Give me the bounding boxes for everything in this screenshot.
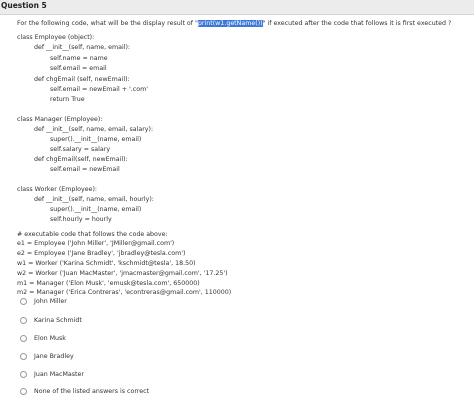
radio-button[interactable] xyxy=(20,316,27,324)
code-line: def chgEmail (self, newEmail): xyxy=(34,76,130,83)
code-line: w1 = Worker ('Karina Schmidt', 'kschmidt… xyxy=(17,260,196,267)
code-line: e1 = Employee ('John Miller', 'JMiller@g… xyxy=(17,240,175,247)
code-line: self.email = newEmail + '.com' xyxy=(50,86,148,93)
answer-option-label[interactable]: John Miller xyxy=(34,298,67,305)
answer-option-label[interactable]: Jane Bradley xyxy=(34,353,74,360)
question-title: Question 5 xyxy=(1,1,47,10)
radio-button[interactable] xyxy=(20,297,27,305)
answer-option[interactable]: John Miller xyxy=(20,296,67,306)
code-line: w2 = Worker ('Juan MacMaster', 'jmacmast… xyxy=(17,270,228,277)
question-prompt: For the following code, what will be the… xyxy=(17,20,451,27)
answer-option[interactable]: Juan MacMaster xyxy=(20,369,84,379)
code-line: e2 = Employee ('Jane Bradley', 'jbradley… xyxy=(17,250,186,257)
answer-option-label[interactable]: Juan MacMaster xyxy=(34,371,84,378)
code-line: super().__init__(name, email) xyxy=(50,136,142,143)
code-line: def __init__(self, name, email, salary): xyxy=(34,126,154,133)
code-line: def __init__(self, name, email, hourly): xyxy=(34,196,154,203)
answer-option-label[interactable]: None of the listed answers is correct xyxy=(34,388,149,395)
code-line: self.name = name xyxy=(50,55,108,62)
code-line: # executable code that follows the code … xyxy=(17,231,168,238)
prompt-text-after: " if executed after the code that follow… xyxy=(262,20,452,27)
code-line: def chgEmail(self, newEmail): xyxy=(34,156,128,163)
question-header: Question 5 xyxy=(0,0,474,15)
code-line: self.salary = salary xyxy=(50,146,111,153)
answer-option-label[interactable]: Karina Schmidt xyxy=(34,317,82,324)
code-line: class Worker (Employee): xyxy=(17,186,98,193)
radio-button[interactable] xyxy=(20,352,27,360)
answer-option[interactable]: Karina Schmidt xyxy=(20,315,82,325)
code-line: self.hourly = hourly xyxy=(50,216,112,223)
prompt-text-before: For the following code, what will be the… xyxy=(17,20,198,27)
radio-button[interactable] xyxy=(20,334,27,342)
code-line: m1 = Manager ('Elon Musk', 'emusk@tesla.… xyxy=(17,280,200,287)
radio-button[interactable] xyxy=(20,387,27,395)
code-line: return True xyxy=(50,96,85,103)
answer-option[interactable]: None of the listed answers is correct xyxy=(20,386,149,396)
code-line: def __init__(self, name, email): xyxy=(34,44,131,51)
code-line: class Employee (object): xyxy=(17,34,95,41)
answer-option[interactable]: Jane Bradley xyxy=(20,351,74,361)
radio-button[interactable] xyxy=(20,370,27,378)
code-line: super().__init__(name, email) xyxy=(50,206,142,213)
prompt-highlighted-code: print(w1.getName()) xyxy=(197,20,263,27)
answer-option-label[interactable]: Elon Musk xyxy=(34,335,66,342)
code-line: self.email = email xyxy=(50,65,107,72)
code-line: self.email = newEmail xyxy=(50,166,120,173)
code-line: class Manager (Employee): xyxy=(17,116,103,123)
answer-option[interactable]: Elon Musk xyxy=(20,333,66,343)
